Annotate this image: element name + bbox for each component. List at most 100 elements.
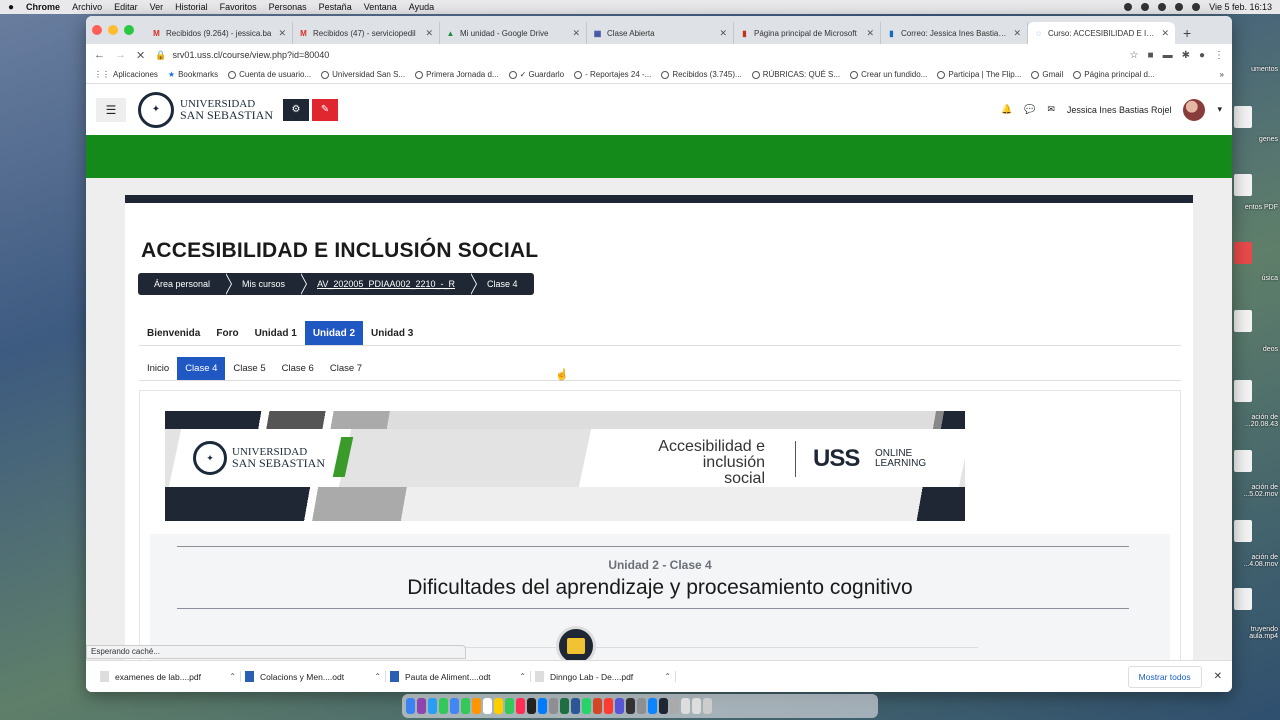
photos-icon[interactable] (472, 698, 481, 714)
download-item[interactable]: examenes de lab....pdf ⌃ (96, 671, 241, 682)
trash-icon[interactable] (703, 698, 712, 714)
bell-icon[interactable]: 🔔 (1001, 104, 1012, 115)
app-icon[interactable] (659, 698, 668, 714)
browser-tab[interactable]: M Recibidos (9.264) - jessica.ba ✕ (146, 22, 293, 44)
clock[interactable]: Vie 5 feb. 16:13 (1209, 2, 1272, 12)
app-store-icon[interactable] (538, 698, 547, 714)
lesson-resource-button[interactable] (556, 626, 596, 662)
desktop-label[interactable]: genes (1259, 136, 1278, 143)
browser-tab[interactable]: M Recibidos (47) - serviciopedil ✕ (293, 22, 440, 44)
minimize-window-icon[interactable] (108, 25, 118, 35)
music-icon[interactable] (516, 698, 525, 714)
app-icon[interactable] (670, 698, 679, 714)
finder-icon[interactable] (406, 698, 415, 714)
avatar[interactable] (1183, 98, 1206, 121)
bookmark-item[interactable]: Crear un fundido... (850, 70, 927, 79)
browser-tab[interactable]: ▮ Página principal de Microsoft ✕ (734, 22, 881, 44)
desktop-label[interactable]: ación de ...4.08.mov (1243, 554, 1278, 568)
folder-icon[interactable] (1234, 310, 1252, 332)
tab-unidad-3[interactable]: Unidad 3 (363, 321, 421, 345)
chrome-icon[interactable] (450, 698, 459, 714)
tab-clase-7[interactable]: Clase 7 (322, 357, 370, 380)
bookmark-apps[interactable]: ⋮⋮ Aplicaciones (94, 70, 158, 79)
apple-icon[interactable]: ● (8, 2, 14, 13)
calendar-icon[interactable] (483, 698, 492, 714)
video-file-icon[interactable] (1234, 450, 1252, 472)
menu-editar[interactable]: Editar (114, 2, 138, 12)
folder-icon[interactable] (681, 698, 690, 714)
chevron-up-icon[interactable]: ⌃ (374, 672, 381, 681)
close-downloads-icon[interactable]: ✕ (1214, 671, 1222, 682)
edit-mode-button[interactable]: ✎ (312, 98, 339, 121)
file-icon[interactable] (1234, 174, 1252, 196)
tab-bienvenida[interactable]: Bienvenida (139, 321, 208, 345)
breadcrumb-area-personal[interactable]: Área personal (138, 273, 233, 295)
download-item[interactable]: Colacions y Men....odt ⌃ (241, 671, 386, 682)
maps-icon[interactable] (505, 698, 514, 714)
menu-ventana[interactable]: Ventana (364, 2, 397, 12)
camera-icon[interactable] (1141, 3, 1150, 11)
extension-icon[interactable]: ■ (1148, 50, 1154, 61)
bookmark-item[interactable]: Participa | The Flip... (937, 70, 1021, 79)
menu-ver[interactable]: Ver (150, 2, 164, 12)
browser-tab[interactable]: ▮ Correo: Jessica Ines Bastias R ✕ (881, 22, 1028, 44)
menu-app-name[interactable]: Chrome (26, 2, 60, 12)
download-item[interactable]: Dinngo Lab - De....pdf ⌃ (531, 671, 676, 682)
settings-icon[interactable] (549, 698, 558, 714)
more-menu-icon[interactable]: ⋮ (1214, 50, 1224, 61)
tv-icon[interactable] (527, 698, 536, 714)
stop-loading-icon[interactable]: ✕ (136, 49, 145, 62)
desktop-label[interactable]: ación de ...20.08.43 (1245, 414, 1278, 428)
zoom-app-icon[interactable] (648, 698, 657, 714)
settings-button[interactable]: ⚙ (283, 98, 310, 121)
tab-clase-5[interactable]: Clase 5 (225, 357, 273, 380)
browser-tab-active[interactable]: ◌ Curso: ACCESIBILIDAD E INCL ✕ (1028, 22, 1175, 44)
bookmark-item[interactable]: ✓ Guardarlo (508, 70, 564, 79)
bookmark-item[interactable]: RÚBRICAS: QUÉ S... (751, 70, 840, 79)
close-tab-icon[interactable]: ✕ (425, 28, 433, 39)
music-file-icon[interactable] (1234, 242, 1252, 264)
folder-icon[interactable] (692, 698, 701, 714)
notes-icon[interactable] (494, 698, 503, 714)
chevron-up-icon[interactable]: ⌃ (664, 672, 671, 681)
search-icon[interactable] (1192, 3, 1201, 11)
browser-tab[interactable]: ▦ Clase Abierta ✕ (587, 22, 734, 44)
siri-icon[interactable] (417, 698, 426, 714)
download-item[interactable]: Pauta de Aliment....odt ⌃ (386, 671, 531, 682)
tab-foro[interactable]: Foro (208, 321, 246, 345)
facetime-icon[interactable] (461, 698, 470, 714)
desktop-label[interactable]: ación de ...5.02.mov (1243, 484, 1278, 498)
chevron-up-icon[interactable]: ⌃ (229, 672, 236, 681)
tab-unidad-1[interactable]: Unidad 1 (247, 321, 305, 345)
close-tab-icon[interactable]: ✕ (1161, 28, 1169, 39)
video-file-icon[interactable] (1234, 588, 1252, 610)
back-icon[interactable]: ← (94, 49, 105, 61)
bookmark-item[interactable]: Página principal d... (1073, 70, 1155, 79)
file-icon[interactable] (1234, 106, 1252, 128)
bookmark-item[interactable]: Universidad San S... (321, 70, 405, 79)
show-all-downloads-button[interactable]: Mostrar todos (1127, 665, 1202, 688)
breadcrumb-clase[interactable]: Clase 4 (471, 273, 534, 295)
more-bookmarks-icon[interactable]: » (1220, 70, 1224, 79)
app-icon[interactable] (637, 698, 646, 714)
tab-inicio[interactable]: Inicio (139, 357, 177, 380)
site-logo[interactable]: ✦ UNIVERSIDAD SAN SEBASTIAN (138, 91, 273, 128)
close-tab-icon[interactable]: ✕ (572, 28, 580, 39)
bookmark-item[interactable]: ★ Bookmarks (168, 70, 218, 79)
close-tab-icon[interactable]: ✕ (719, 28, 727, 39)
bookmark-item[interactable]: Recibidos (3.745)... (661, 70, 742, 79)
tab-clase-6[interactable]: Clase 6 (274, 357, 322, 380)
wifi-icon[interactable] (1175, 3, 1184, 11)
chevron-up-icon[interactable]: ⌃ (519, 672, 526, 681)
lock-icon[interactable]: 🔒 (155, 50, 166, 61)
app-icon[interactable] (626, 698, 635, 714)
browser-tab[interactable]: ▲ Mi unidad - Google Drive ✕ (440, 22, 587, 44)
chat-icon[interactable]: 💬 (1024, 104, 1035, 115)
close-window-icon[interactable] (92, 25, 102, 35)
forward-icon[interactable]: → (115, 49, 126, 61)
mail-icon[interactable]: ✉ (1047, 104, 1055, 115)
whatsapp-icon[interactable] (582, 698, 591, 714)
menu-toggle-button[interactable]: ☰ (96, 97, 126, 122)
extension-icon[interactable]: ▬ (1163, 50, 1173, 61)
close-tab-icon[interactable]: ✕ (866, 28, 874, 39)
